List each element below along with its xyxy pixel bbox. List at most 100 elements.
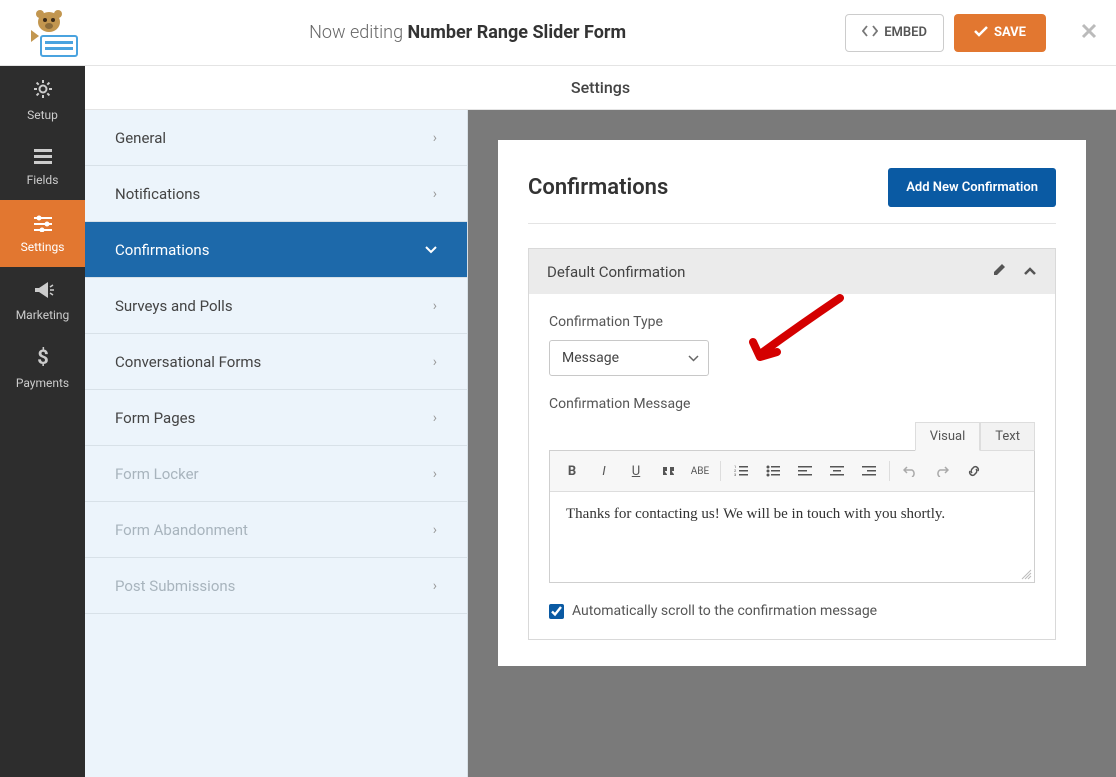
- italic-button[interactable]: I: [590, 457, 618, 485]
- editor-content[interactable]: Thanks for contacting us! We will be in …: [550, 492, 1034, 582]
- save-button[interactable]: SAVE: [954, 14, 1046, 52]
- panel-header: Confirmations Add New Confirmation: [528, 168, 1056, 224]
- list-icon: [32, 147, 54, 168]
- autoscroll-label: Automatically scroll to the confirmation…: [572, 603, 877, 619]
- pencil-icon[interactable]: [992, 262, 1007, 281]
- menu-label: Form Pages: [115, 409, 195, 427]
- bold-button[interactable]: B: [558, 457, 586, 485]
- top-bar: Now editing Number Range Slider Form EMB…: [0, 0, 1116, 66]
- menu-item-surveys[interactable]: Surveys and Polls ›: [85, 278, 467, 334]
- add-confirmation-button[interactable]: Add New Confirmation: [888, 168, 1056, 207]
- chevron-right-icon: ›: [433, 298, 437, 314]
- confirmations-panel: Confirmations Add New Confirmation Defau…: [498, 140, 1086, 666]
- align-right-button[interactable]: [855, 457, 883, 485]
- menu-item-form-pages[interactable]: Form Pages ›: [85, 390, 467, 446]
- save-label: SAVE: [994, 25, 1026, 40]
- sidebar-item-payments[interactable]: $ Payments: [0, 334, 85, 401]
- strikethrough-button[interactable]: ABE: [686, 457, 714, 485]
- menu-label: Form Locker: [115, 465, 199, 483]
- top-actions: EMBED SAVE: [845, 14, 1098, 52]
- undo-button[interactable]: [896, 457, 924, 485]
- link-button[interactable]: [960, 457, 988, 485]
- confirmation-actions: [992, 262, 1037, 281]
- sidebar-item-marketing[interactable]: Marketing: [0, 267, 85, 334]
- menu-label: Notifications: [115, 185, 200, 203]
- bullet-list-button[interactable]: [759, 457, 787, 485]
- embed-button[interactable]: EMBED: [845, 14, 944, 52]
- confirmation-header[interactable]: Default Confirmation: [529, 249, 1055, 294]
- menu-item-form-locker[interactable]: Form Locker ›: [85, 446, 467, 502]
- app-logo: [18, 5, 90, 61]
- check-icon: [974, 25, 988, 41]
- close-icon: [1080, 22, 1098, 40]
- menu-item-notifications[interactable]: Notifications ›: [85, 166, 467, 222]
- align-center-button[interactable]: [823, 457, 851, 485]
- autoscroll-row: Automatically scroll to the confirmation…: [549, 603, 1035, 619]
- sidebar-item-label: Setup: [27, 108, 58, 122]
- title-prefix: Now editing: [309, 22, 403, 43]
- content-area: Confirmations Add New Confirmation Defau…: [468, 66, 1116, 777]
- dollar-icon: $: [36, 346, 50, 371]
- sidebar-item-label: Marketing: [16, 308, 70, 322]
- chevron-right-icon: ›: [433, 578, 437, 594]
- settings-header: Settings: [85, 66, 1116, 110]
- menu-label: Form Abandonment: [115, 521, 248, 539]
- embed-label: EMBED: [884, 25, 927, 40]
- chevron-up-icon[interactable]: [1023, 262, 1037, 281]
- confirmation-item: Default Confirmation Confirmation Type M…: [528, 248, 1056, 640]
- svg-text:3: 3: [734, 472, 736, 477]
- menu-label: Surveys and Polls: [115, 297, 233, 315]
- confirmation-type-select[interactable]: Message: [549, 340, 709, 376]
- menu-label: Post Submissions: [115, 577, 235, 595]
- menu-item-form-abandonment[interactable]: Form Abandonment ›: [85, 502, 467, 558]
- menu-item-general[interactable]: General ›: [85, 110, 467, 166]
- gear-icon: [32, 78, 54, 103]
- quote-button[interactable]: [654, 457, 682, 485]
- confirmation-body: Confirmation Type Message Confirmation M…: [529, 294, 1055, 639]
- sliders-icon: [32, 214, 54, 235]
- chevron-right-icon: ›: [433, 130, 437, 146]
- numbered-list-button[interactable]: 123: [727, 457, 755, 485]
- sidebar-item-label: Fields: [27, 173, 59, 187]
- chevron-right-icon: ›: [433, 186, 437, 202]
- main-layout: Setup Fields Settings Marketing $ Paymen…: [0, 66, 1116, 777]
- tab-text[interactable]: Text: [980, 422, 1035, 451]
- sidebar-item-fields[interactable]: Fields: [0, 133, 85, 200]
- editor: B I U ABE 123: [549, 450, 1035, 583]
- chevron-right-icon: ›: [433, 466, 437, 482]
- menu-item-conversational[interactable]: Conversational Forms ›: [85, 334, 467, 390]
- redo-button[interactable]: [928, 457, 956, 485]
- settings-panel: General › Notifications › Confirmations …: [85, 66, 468, 777]
- sidebar-item-setup[interactable]: Setup: [0, 66, 85, 133]
- code-icon: [862, 25, 878, 41]
- form-name: Number Range Slider Form: [407, 22, 626, 43]
- close-button[interactable]: [1080, 22, 1098, 44]
- menu-label: General: [115, 129, 166, 147]
- confirmation-title: Default Confirmation: [547, 263, 685, 281]
- chevron-down-icon: [425, 242, 437, 258]
- sidebar-item-label: Payments: [16, 376, 69, 390]
- panel-title: Confirmations: [528, 175, 668, 200]
- autoscroll-checkbox[interactable]: [549, 604, 564, 619]
- tab-visual[interactable]: Visual: [915, 422, 981, 451]
- resize-handle[interactable]: [1020, 568, 1032, 580]
- sidebar-item-label: Settings: [21, 240, 65, 254]
- menu-label: Confirmations: [115, 241, 209, 259]
- sidebar-item-settings[interactable]: Settings: [0, 200, 85, 267]
- editor-tabs: Visual Text: [549, 422, 1035, 451]
- page-title: Now editing Number Range Slider Form: [90, 22, 845, 43]
- underline-button[interactable]: U: [622, 457, 650, 485]
- align-left-button[interactable]: [791, 457, 819, 485]
- chevron-right-icon: ›: [433, 354, 437, 370]
- bullhorn-icon: [32, 280, 54, 303]
- menu-item-confirmations[interactable]: Confirmations: [85, 222, 467, 278]
- sidebar: Setup Fields Settings Marketing $ Paymen…: [0, 66, 85, 777]
- chevron-right-icon: ›: [433, 522, 437, 538]
- message-label: Confirmation Message: [549, 396, 1035, 412]
- settings-header-label: Settings: [571, 78, 630, 97]
- chevron-right-icon: ›: [433, 410, 437, 426]
- type-label: Confirmation Type: [549, 314, 1035, 330]
- menu-label: Conversational Forms: [115, 353, 261, 371]
- menu-item-post-submissions[interactable]: Post Submissions ›: [85, 558, 467, 614]
- editor-toolbar: B I U ABE 123: [550, 451, 1034, 492]
